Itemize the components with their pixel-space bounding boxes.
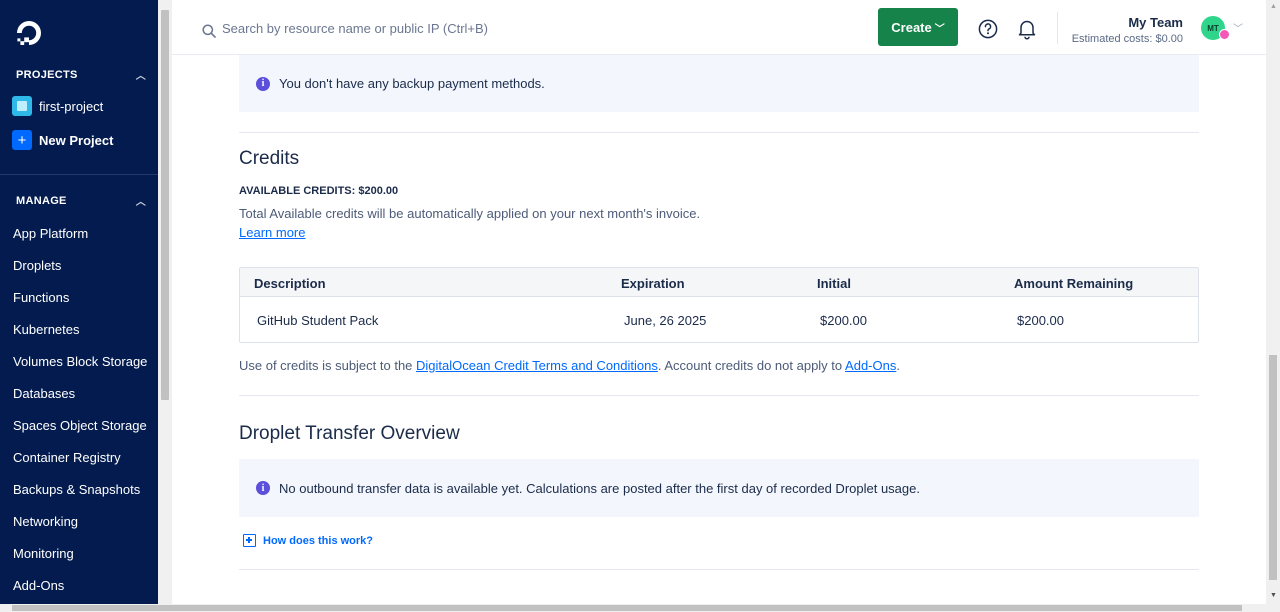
cell-initial: $200.00 <box>820 313 867 328</box>
column-header-description: Description <box>254 276 326 291</box>
add-ons-link[interactable]: Add-Ons <box>845 358 896 373</box>
sidebar-item-droplets[interactable]: Droplets <box>13 258 61 273</box>
projects-heading[interactable]: PROJECTS ︿ <box>16 67 146 83</box>
topbar-divider <box>1057 12 1058 44</box>
sidebar-item-monitoring[interactable]: Monitoring <box>13 546 74 561</box>
how-does-this-work-label: How does this work? <box>263 534 374 547</box>
expand-plus-icon <box>243 534 256 547</box>
sidebar-item-app-platform[interactable]: App Platform <box>13 226 88 241</box>
terms-suffix: . <box>896 358 900 373</box>
chevron-down-icon: ﹀ <box>934 23 945 35</box>
credit-terms-text: Use of credits is subject to the Digital… <box>239 358 900 373</box>
credit-terms-link[interactable]: DigitalOcean Credit Terms and Conditions <box>416 358 658 373</box>
backup-info-box: i You don't have any backup payment meth… <box>239 55 1199 112</box>
chevron-up-icon: ︿ <box>135 197 146 208</box>
plus-icon: + <box>12 130 32 150</box>
sidebar-item-volumes[interactable]: Volumes Block Storage <box>13 354 147 369</box>
credits-description: Total Available credits will be automati… <box>239 206 701 221</box>
section-divider <box>239 569 1199 570</box>
search-icon <box>202 24 216 38</box>
digitalocean-logo-icon[interactable] <box>16 20 42 46</box>
table-header: Description Expiration Initial Amount Re… <box>240 268 1198 297</box>
create-button-label: Create <box>891 19 932 35</box>
chevron-up-icon: ︿ <box>135 71 146 82</box>
estimated-costs: Estimated costs: $0.00 <box>1071 33 1183 45</box>
learn-more-link[interactable]: Learn more <box>239 225 305 240</box>
scroll-down-arrow-icon[interactable]: ▼ <box>1270 592 1277 599</box>
sidebar-item-backups-snapshots[interactable]: Backups & Snapshots <box>13 482 140 497</box>
project-label: first-project <box>39 98 104 114</box>
cell-amount-remaining: $200.00 <box>1017 313 1064 328</box>
section-divider <box>239 132 1199 133</box>
cell-description: GitHub Student Pack <box>257 313 379 328</box>
page-scrollbar-thumb[interactable] <box>1269 355 1277 580</box>
terms-prefix: Use of credits is subject to the <box>239 358 417 373</box>
column-header-expiration: Expiration <box>621 276 685 291</box>
sidebar-scrollbar[interactable] <box>158 0 172 604</box>
sidebar-scrollbar-thumb[interactable] <box>161 10 169 400</box>
sidebar-item-databases[interactable]: Databases <box>13 386 75 401</box>
avatar-status-badge <box>1219 29 1230 40</box>
sidebar-item-kubernetes[interactable]: Kubernetes <box>13 322 80 337</box>
search-input[interactable] <box>222 21 622 36</box>
available-credits: AVAILABLE CREDITS: $200.00 <box>239 185 399 197</box>
avatar-initials: MT <box>1207 23 1219 33</box>
horizontal-scrollbar[interactable] <box>0 604 1280 612</box>
sidebar-divider <box>0 174 158 175</box>
terms-middle: . Account credits do not apply to <box>657 358 846 373</box>
new-project-button[interactable]: + New Project <box>12 130 113 150</box>
column-header-initial: Initial <box>817 276 851 291</box>
create-button[interactable]: Create ﹀ <box>878 8 958 46</box>
info-icon: i <box>256 481 270 495</box>
cell-expiration: June, 26 2025 <box>624 313 707 328</box>
sidebar-item-spaces[interactable]: Spaces Object Storage <box>13 418 147 433</box>
transfer-title: Droplet Transfer Overview <box>239 423 460 444</box>
sidebar-item-container-registry[interactable]: Container Registry <box>13 450 121 465</box>
transfer-info-box: i No outbound transfer data is available… <box>239 459 1199 517</box>
project-square-icon <box>12 96 32 116</box>
chevron-down-icon[interactable]: ﹀ <box>1233 20 1243 35</box>
page-scrollbar[interactable]: ▲ ▼ <box>1266 0 1280 604</box>
new-project-label: New Project <box>39 132 114 148</box>
manage-heading-label: MANAGE <box>16 194 67 207</box>
credits-title: Credits <box>239 148 300 169</box>
how-does-this-work-toggle[interactable]: How does this work? <box>243 534 373 547</box>
manage-heading[interactable]: MANAGE ︿ <box>16 193 146 209</box>
sidebar-project-first-project[interactable]: first-project <box>12 96 103 116</box>
main-content: i You don't have any backup payment meth… <box>172 55 1266 604</box>
help-icon[interactable] <box>978 19 998 39</box>
projects-heading-label: PROJECTS <box>16 68 78 81</box>
section-divider <box>239 395 1199 396</box>
backup-message: You don't have any backup payment method… <box>279 76 545 91</box>
scroll-up-arrow-icon[interactable]: ▲ <box>1270 3 1277 10</box>
horizontal-scrollbar-thumb[interactable] <box>12 605 1242 611</box>
bell-icon[interactable] <box>1017 18 1037 40</box>
sidebar-item-add-ons[interactable]: Add-Ons <box>13 578 64 593</box>
sidebar-item-functions[interactable]: Functions <box>13 290 69 305</box>
top-bar: Create ﹀ My Team Estimated costs: $0.00 … <box>172 0 1266 55</box>
sidebar: PROJECTS ︿ first-project + New Project M… <box>0 0 158 612</box>
sidebar-item-networking[interactable]: Networking <box>13 514 78 529</box>
column-header-amount-remaining: Amount Remaining <box>1014 276 1134 291</box>
transfer-message: No outbound transfer data is available y… <box>279 480 920 496</box>
credits-table: Description Expiration Initial Amount Re… <box>239 267 1199 343</box>
team-name[interactable]: My Team <box>1128 15 1183 30</box>
info-icon: i <box>256 76 270 91</box>
